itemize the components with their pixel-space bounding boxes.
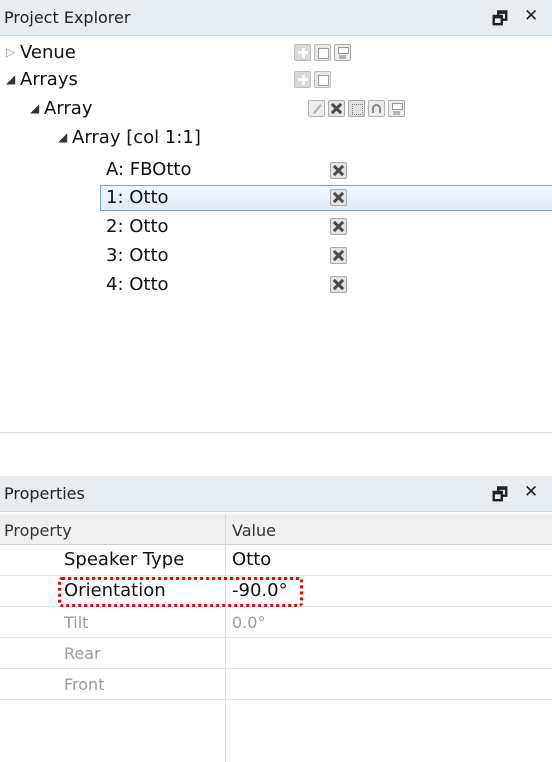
add-icon[interactable] bbox=[294, 71, 311, 88]
tree-item-array-column[interactable]: ◢ Array [col 1:1] bbox=[0, 125, 552, 152]
highlight-annotation bbox=[58, 577, 303, 607]
property-name: Tilt bbox=[64, 613, 89, 632]
properties-title: Properties bbox=[4, 484, 85, 503]
tree-item-speaker[interactable]: A: FBOtto bbox=[0, 157, 552, 184]
property-row-speaker-type[interactable]: Speaker Type Otto bbox=[0, 545, 552, 576]
grid-header-row: Property Value bbox=[0, 514, 552, 545]
document-icon[interactable] bbox=[314, 44, 331, 61]
tree-item-label: Array bbox=[44, 98, 93, 119]
tree-item-label: Arrays bbox=[20, 69, 78, 90]
delete-icon[interactable] bbox=[328, 100, 345, 117]
grid-icon[interactable] bbox=[348, 100, 365, 117]
document-icon[interactable] bbox=[314, 71, 331, 88]
properties-header: Properties 🗗 ✕ bbox=[0, 476, 552, 512]
property-row-tilt[interactable]: Tilt 0.0° bbox=[0, 607, 552, 638]
collapse-arrow-icon[interactable]: ◢ bbox=[30, 101, 39, 115]
tree-item-speaker[interactable]: 4: Otto bbox=[0, 272, 552, 299]
tree-item-label: Venue bbox=[20, 42, 76, 63]
column-header-property[interactable]: Property bbox=[4, 521, 72, 540]
column-header-value[interactable]: Value bbox=[232, 521, 276, 540]
collapse-arrow-icon[interactable]: ◢ bbox=[58, 130, 67, 144]
tree-item-label: A: FBOtto bbox=[106, 159, 192, 180]
save-icon[interactable] bbox=[334, 44, 351, 61]
project-explorer-header: Project Explorer 🗗 ✕ bbox=[0, 0, 552, 36]
edit-icon[interactable] bbox=[308, 100, 325, 117]
expand-arrow-icon[interactable]: ▷ bbox=[6, 45, 15, 59]
tree-item-speaker[interactable]: 3: Otto bbox=[0, 243, 552, 270]
property-value: 0.0° bbox=[232, 613, 266, 632]
tree-item-array[interactable]: ◢ Array bbox=[0, 96, 552, 123]
tree-item-venue[interactable]: ▷ Venue bbox=[0, 40, 552, 67]
float-window-icon[interactable]: 🗗 bbox=[492, 6, 508, 35]
delete-icon[interactable] bbox=[330, 247, 347, 264]
tree-item-speaker[interactable]: 2: Otto bbox=[0, 214, 552, 241]
tree-item-label: 1: Otto bbox=[106, 187, 169, 208]
delete-icon[interactable] bbox=[330, 162, 347, 179]
property-row-front[interactable]: Front bbox=[0, 669, 552, 700]
delete-icon[interactable] bbox=[330, 218, 347, 235]
headphones-icon[interactable] bbox=[368, 100, 385, 117]
property-name: Rear bbox=[64, 644, 101, 663]
tree-item-speaker-selected[interactable]: 1: Otto bbox=[0, 185, 552, 212]
project-tree: ▷ Venue ◢ Arrays ◢ Array ◢ Array [col 1:… bbox=[0, 36, 552, 432]
property-name: Speaker Type bbox=[64, 549, 185, 570]
close-icon[interactable]: ✕ bbox=[524, 6, 538, 26]
property-name: Front bbox=[64, 675, 105, 694]
float-window-icon[interactable]: 🗗 bbox=[492, 482, 508, 511]
column-divider[interactable] bbox=[225, 514, 226, 762]
delete-icon[interactable] bbox=[330, 189, 347, 206]
tree-item-label: 2: Otto bbox=[106, 216, 169, 237]
add-icon[interactable] bbox=[294, 44, 311, 61]
close-icon[interactable]: ✕ bbox=[524, 482, 538, 502]
property-row-rear[interactable]: Rear bbox=[0, 638, 552, 669]
delete-icon[interactable] bbox=[330, 276, 347, 293]
tree-item-label: 3: Otto bbox=[106, 245, 169, 266]
property-value[interactable]: Otto bbox=[232, 549, 271, 570]
project-explorer-title: Project Explorer bbox=[4, 8, 131, 27]
panel-splitter[interactable] bbox=[0, 432, 552, 444]
save-icon[interactable] bbox=[388, 100, 405, 117]
tree-item-label: Array [col 1:1] bbox=[72, 127, 201, 148]
tree-item-label: 4: Otto bbox=[106, 274, 169, 295]
collapse-arrow-icon[interactable]: ◢ bbox=[6, 72, 15, 86]
tree-item-arrays[interactable]: ◢ Arrays bbox=[0, 67, 552, 94]
